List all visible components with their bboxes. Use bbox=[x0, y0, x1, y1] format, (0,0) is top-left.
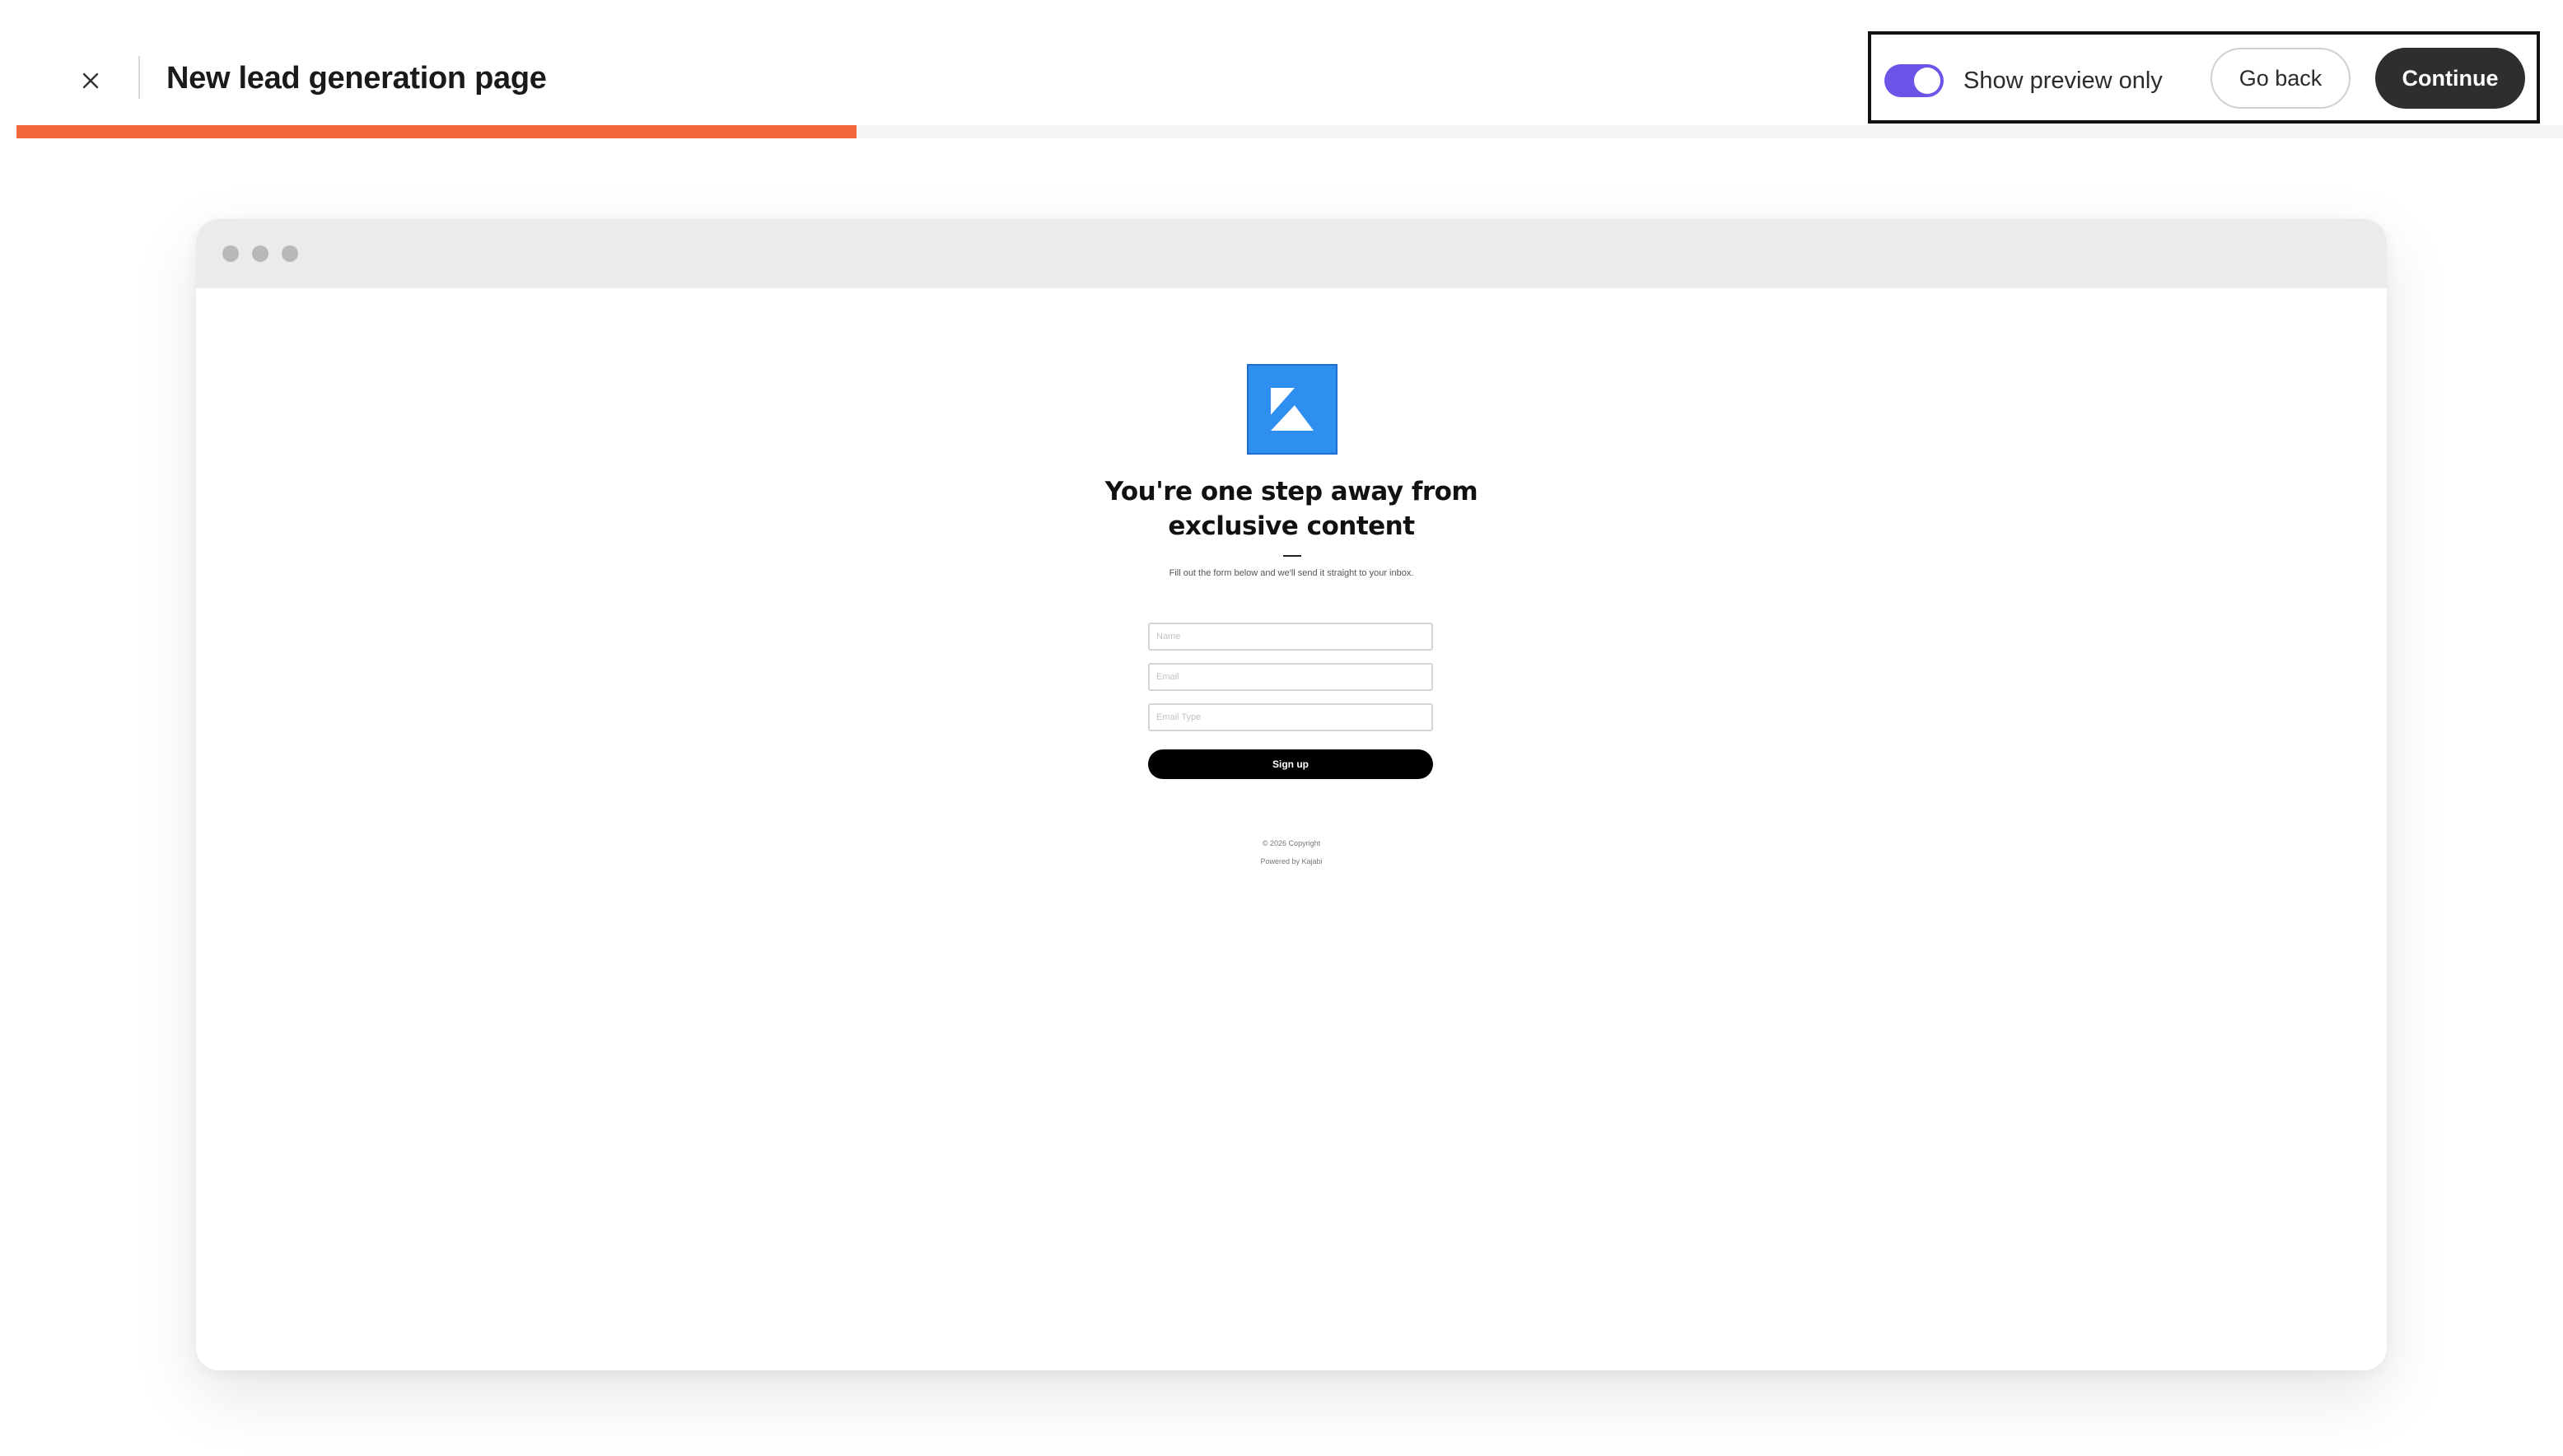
window-dot-icon bbox=[282, 245, 298, 262]
show-preview-toggle[interactable] bbox=[1884, 64, 1944, 97]
close-button[interactable] bbox=[59, 49, 122, 112]
powered-by-link[interactable]: Powered by Kajabi bbox=[1044, 856, 1538, 866]
browser-preview-frame: You're one step away from exclusive cont… bbox=[196, 219, 2387, 1370]
email-field[interactable] bbox=[1148, 663, 1433, 691]
window-dot-icon bbox=[222, 245, 239, 262]
header-divider bbox=[138, 56, 140, 99]
page-title: New lead generation page bbox=[166, 61, 547, 96]
page: New lead generation page Show preview on… bbox=[0, 0, 2563, 1456]
kajabi-logo bbox=[1247, 364, 1338, 455]
sign-up-button[interactable]: Sign up bbox=[1148, 749, 1433, 779]
preview-subtext: Fill out the form below and we'll send i… bbox=[1169, 568, 1414, 578]
continue-button[interactable]: Continue bbox=[2375, 48, 2525, 109]
preview-headline: You're one step away from exclusive cont… bbox=[1104, 477, 1478, 541]
browser-title-bar bbox=[196, 219, 2387, 288]
go-back-button[interactable]: Go back bbox=[2211, 48, 2351, 109]
copyright-text: © 2026 Copyright bbox=[1262, 839, 1321, 847]
show-preview-label: Show preview only bbox=[1963, 68, 2163, 94]
toggle-knob bbox=[1914, 68, 1940, 94]
top-bar: New lead generation page Show preview on… bbox=[0, 0, 2563, 125]
landing-page-preview: You're one step away from exclusive cont… bbox=[196, 288, 2387, 1370]
window-dot-icon bbox=[252, 245, 268, 262]
progress-fill bbox=[16, 125, 857, 138]
header-actions: Show preview only Go back Continue bbox=[1868, 31, 2540, 124]
headline-divider bbox=[1283, 555, 1301, 557]
close-icon bbox=[82, 72, 99, 89]
name-field[interactable] bbox=[1148, 623, 1433, 651]
kajabi-logo-icon bbox=[1270, 387, 1314, 432]
email-type-field[interactable] bbox=[1148, 703, 1433, 731]
progress-bar bbox=[16, 125, 2563, 138]
